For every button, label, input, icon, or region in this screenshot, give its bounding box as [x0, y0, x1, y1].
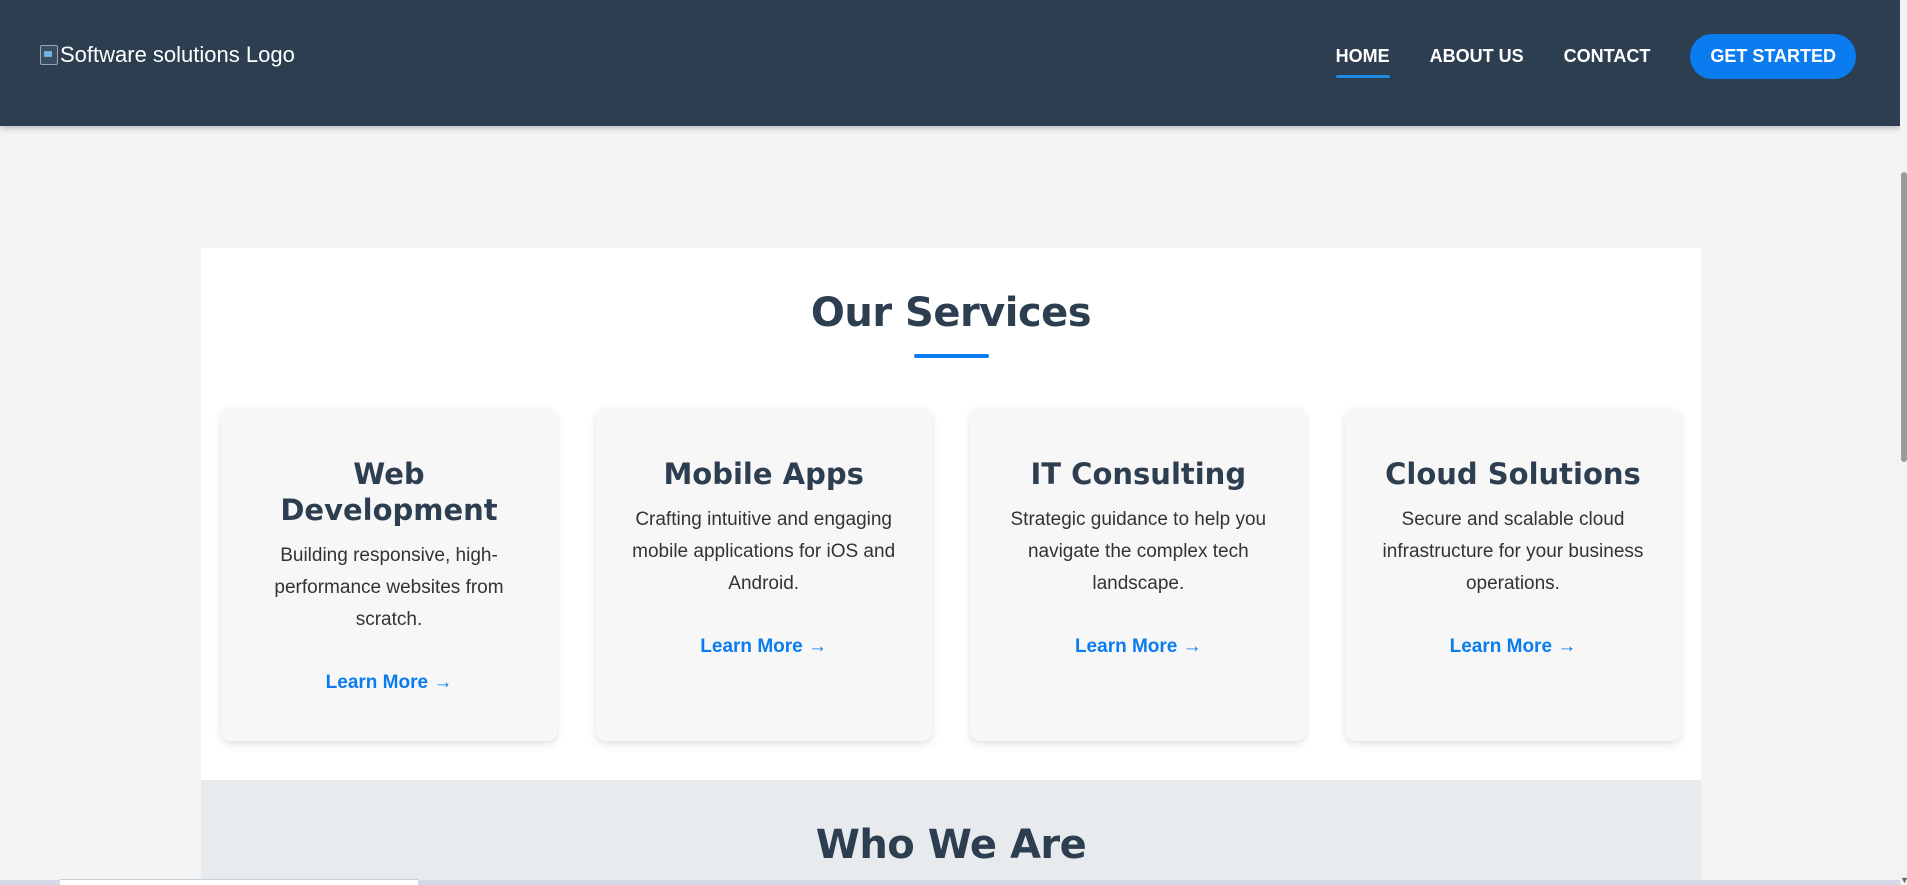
service-cards: Web Development Building responsive, hig… — [221, 408, 1681, 741]
who-we-are-section: Who We Are — [201, 780, 1701, 885]
nav-about-us[interactable]: ABOUT US — [1430, 38, 1524, 76]
site-logo[interactable]: Software solutions Logo — [40, 42, 295, 68]
service-card-cloud-solutions: Cloud Solutions Secure and scalable clou… — [1344, 408, 1681, 741]
who-we-are-title: Who We Are — [815, 822, 1087, 868]
card-title: Mobile Apps — [663, 457, 864, 491]
learn-more-link[interactable]: Learn More → — [700, 636, 827, 658]
card-description: Building responsive, high-performance we… — [274, 545, 504, 630]
title-underline — [913, 354, 989, 358]
card-title: IT Consulting — [1030, 457, 1247, 491]
nav-contact[interactable]: CONTACT — [1564, 38, 1651, 76]
card-description: Secure and scalable cloud infrastructure… — [1382, 509, 1644, 594]
service-card-web-development: Web Development Building responsive, hig… — [221, 408, 557, 741]
main-nav: HOME ABOUT US CONTACT GET STARTED — [1296, 34, 1856, 79]
card-title: Web Development — [280, 457, 498, 527]
broken-image-icon — [40, 45, 58, 65]
bottom-bar-segment — [60, 879, 418, 885]
service-card-mobile-apps: Mobile Apps Crafting intuitive and engag… — [595, 408, 932, 741]
card-description: Strategic guidance to help you navigate … — [1010, 509, 1267, 594]
learn-more-link[interactable]: Learn More → — [326, 672, 453, 694]
scroll-down-arrow-icon[interactable]: ▼ — [1900, 875, 1907, 885]
services-section: Our Services Web Development Building re… — [201, 248, 1701, 780]
logo-alt-text: Software solutions Logo — [60, 42, 295, 67]
page-scrollbar[interactable]: ▼ — [1900, 0, 1907, 885]
service-card-it-consulting: IT Consulting Strategic guidance to help… — [970, 408, 1307, 741]
scrollbar-thumb[interactable] — [1901, 172, 1907, 462]
services-title: Our Services — [810, 290, 1092, 336]
nav-home[interactable]: HOME — [1335, 38, 1390, 78]
site-header: Software solutions Logo HOME ABOUT US CO… — [0, 0, 1900, 126]
card-title: Cloud Solutions — [1385, 457, 1641, 491]
bottom-bar — [0, 879, 1900, 885]
learn-more-link[interactable]: Learn More → — [1075, 636, 1202, 658]
card-description: Crafting intuitive and engaging mobile a… — [632, 509, 896, 594]
get-started-button[interactable]: GET STARTED — [1690, 34, 1856, 79]
learn-more-link[interactable]: Learn More → — [1450, 636, 1577, 658]
